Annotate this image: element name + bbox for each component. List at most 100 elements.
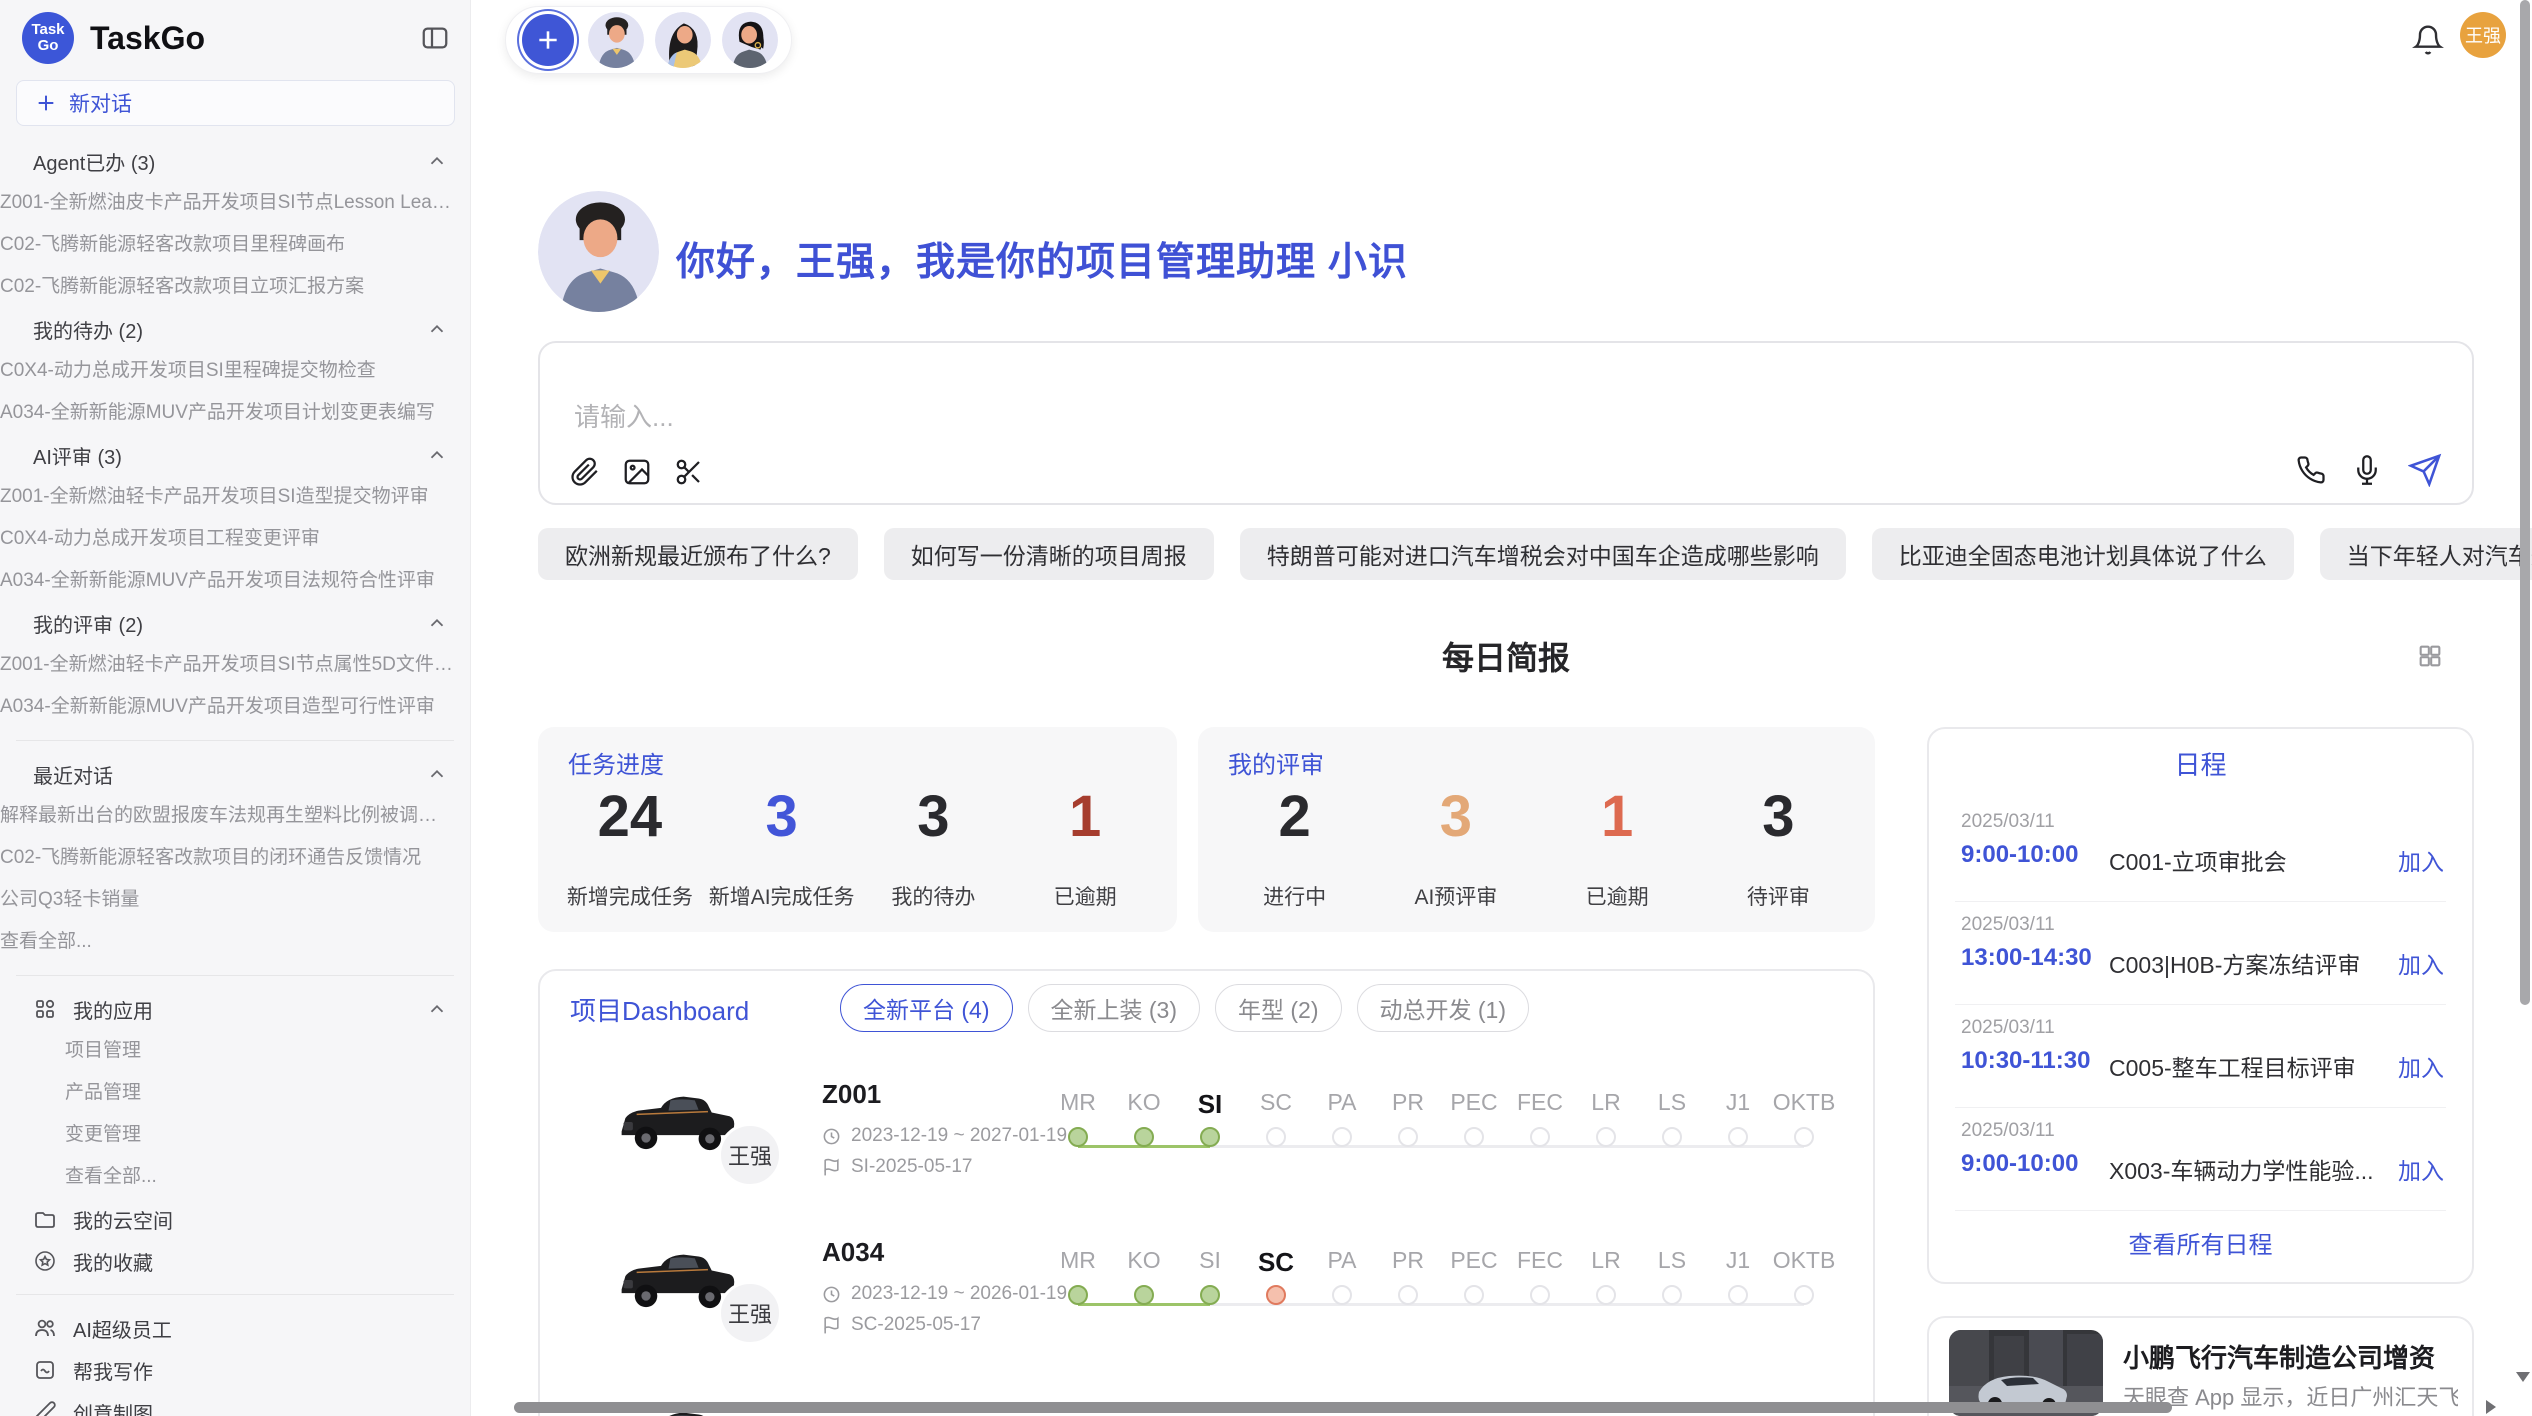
schedule-time: 9:00-10:00 <box>1961 1150 2078 1178</box>
sidebar-item[interactable]: C02-飞腾新能源轻客改款项目里程碑画布 <box>0 224 470 266</box>
suggestion-chip[interactable]: 如何写一份清晰的项目周报 <box>884 528 1214 580</box>
project-row[interactable]: 王强 A034 2023-12-19 ~ 2026-01-19 SC-2025-… <box>540 1225 1873 1383</box>
agent-avatar[interactable] <box>722 12 778 68</box>
project-code: A034 <box>822 1237 884 1268</box>
layout-grid-icon[interactable] <box>2416 642 2444 670</box>
message-input[interactable] <box>572 401 1476 434</box>
milestone-dot <box>1662 1127 1682 1147</box>
schedule-date: 2025/03/11 <box>1961 1120 2055 1142</box>
insert-image-button[interactable] <box>622 457 652 487</box>
milestone-dot <box>1794 1285 1814 1305</box>
sidebar-item[interactable]: C0X4-动力总成开发项目SI里程碑提交物检查 <box>0 350 470 392</box>
filter-pill[interactable]: 年型 (2) <box>1215 984 1342 1032</box>
sidebar-item[interactable]: Z001-全新燃油皮卡产品开发项目SI节点Lesson Learn报告 <box>0 182 470 224</box>
add-agent-button[interactable] <box>522 14 574 66</box>
sidebar-item-cloud-space[interactable]: 我的云空间 <box>0 1198 470 1240</box>
milestone-label: OKTB <box>1773 1247 1836 1277</box>
screenshot-button[interactable] <box>674 457 704 487</box>
new-chat-button[interactable]: 新对话 <box>16 80 455 126</box>
sidebar-item-label: 我的云空间 <box>73 1205 448 1234</box>
sidebar-item-ai-super-staff[interactable]: AI超级员工 <box>0 1307 470 1349</box>
milestone-cell: SI <box>1177 1067 1243 1225</box>
agent-avatar[interactable] <box>588 12 644 68</box>
sidebar-item[interactable]: Z001-全新燃油轻卡产品开发项目SI造型提交物评审 <box>0 476 470 518</box>
sidebar-item[interactable]: A034-全新新能源MUV产品开发项目造型可行性评审 <box>0 686 470 728</box>
user-avatar[interactable]: 王强 <box>2460 12 2506 58</box>
vertical-scrollbar-thumb[interactable] <box>2520 0 2530 1005</box>
microphone-button[interactable] <box>2352 455 2382 485</box>
sidebar-item-my-apps[interactable]: 我的应用 <box>0 988 470 1030</box>
join-meeting-link[interactable]: 加入 <box>2398 1049 2444 1083</box>
project-row[interactable]: 王强 Z001 2023-12-19 ~ 2027-01-19 SI-2025-… <box>540 1067 1873 1225</box>
composer-send-tools <box>2296 453 2442 487</box>
agent-avatar[interactable] <box>655 12 711 68</box>
schedule-name: C003|H0B-方案冻结评审 <box>2109 946 2360 980</box>
app-link-project-mgmt[interactable]: 项目管理 <box>0 1030 470 1072</box>
recent-chat-item[interactable]: 解释最新出台的欧盟报废车法规再生塑料比例被调至15%... <box>0 795 470 837</box>
milestone-dot <box>1530 1127 1550 1147</box>
stat: 3 AI预评审 <box>1375 779 1536 911</box>
suggestion-chip[interactable]: 当下年轻人对汽车外观有怎样的喜好趋势 <box>2320 528 2532 580</box>
filter-pill[interactable]: 全新上装 (3) <box>1028 984 1201 1032</box>
milestone-cell: SC <box>1243 1225 1309 1383</box>
news-card[interactable]: 小鹏飞行汽车制造公司增资 天眼查 App 显示，近日广州汇天飞行汽... <box>1927 1316 2474 1416</box>
divider <box>16 1294 454 1295</box>
attach-file-button[interactable] <box>570 457 600 487</box>
task-progress-card: 任务进度 24 新增完成任务 3 新增AI完成任务 3 我的待办 1 已逾期 <box>538 727 1177 932</box>
sidebar-item-creative-drawing[interactable]: 创意制图 <box>0 1391 470 1416</box>
suggestion-chip[interactable]: 欧洲新规最近颁布了什么? <box>538 528 858 580</box>
sidebar-group-ai-review[interactable]: AI评审 (3) <box>0 434 470 476</box>
stat: 1 已逾期 <box>1537 779 1698 911</box>
sidebar-item-help-me-write[interactable]: 帮我写作 <box>0 1349 470 1391</box>
voice-call-button[interactable] <box>2296 455 2326 485</box>
send-button[interactable] <box>2408 453 2442 487</box>
sidebar-group-my-todo[interactable]: 我的待办 (2) <box>0 308 470 350</box>
milestone-dot <box>1200 1285 1220 1305</box>
milestone-dot <box>1596 1127 1616 1147</box>
chevron-up-icon <box>426 763 448 785</box>
app-link-change-mgmt[interactable]: 变更管理 <box>0 1114 470 1156</box>
sidebar-item-favorites[interactable]: 我的收藏 <box>0 1240 470 1282</box>
sidebar-group-my-review[interactable]: 我的评审 (2) <box>0 602 470 644</box>
join-meeting-link[interactable]: 加入 <box>2398 843 2444 877</box>
cloud-space-icon <box>33 1207 57 1231</box>
schedule-name: C001-立项审批会 <box>2109 843 2287 877</box>
suggestion-chip[interactable]: 特朗普可能对进口汽车增税会对中国车企造成哪些影响 <box>1240 528 1846 580</box>
sidebar-item[interactable]: A034-全新新能源MUV产品开发项目法规符合性评审 <box>0 560 470 602</box>
panel-collapse-icon[interactable] <box>420 23 450 53</box>
view-all-apps-link[interactable]: 查看全部... <box>0 1156 470 1198</box>
stat: 3 新增AI完成任务 <box>706 779 858 911</box>
milestone-cell: KO <box>1111 1067 1177 1225</box>
schedule-item: 2025/03/11 13:00-14:30 C003|H0B-方案冻结评审 加… <box>1929 902 2472 1005</box>
milestone-label: PR <box>1392 1247 1424 1277</box>
filter-pill[interactable]: 全新平台 (4) <box>840 984 1013 1032</box>
chevron-up-icon <box>426 150 448 172</box>
suggestion-chip[interactable]: 比亚迪全固态电池计划具体说了什么 <box>1872 528 2294 580</box>
recent-chat-item[interactable]: C02-飞腾新能源轻客改款项目的闭环通告反馈情况 <box>0 837 470 879</box>
filter-pill[interactable]: 动总开发 (1) <box>1357 984 1530 1032</box>
view-all-schedule-link[interactable]: 查看所有日程 <box>1929 1225 2472 1260</box>
milestone-cell: FEC <box>1507 1067 1573 1225</box>
join-meeting-link[interactable]: 加入 <box>2398 1152 2444 1186</box>
sidebar-item[interactable]: C02-飞腾新能源轻客改款项目立项汇报方案 <box>0 266 470 308</box>
sidebar-group-agent-done[interactable]: Agent已办 (3) <box>0 140 470 182</box>
stat-label: 新增AI完成任务 <box>706 881 858 911</box>
app-link-product-mgmt[interactable]: 产品管理 <box>0 1072 470 1114</box>
sidebar-item[interactable]: C0X4-动力总成开发项目工程变更评审 <box>0 518 470 560</box>
sidebar-item[interactable]: A034-全新新能源MUV产品开发项目计划变更表编写 <box>0 392 470 434</box>
sidebar-item-label: 我的应用 <box>73 995 410 1024</box>
view-all-chats-link[interactable]: 查看全部... <box>0 921 470 963</box>
stat-label: AI预评审 <box>1375 881 1536 911</box>
milestone-label: FEC <box>1517 1089 1563 1119</box>
horizontal-scrollbar-thumb[interactable] <box>514 1402 2172 1413</box>
sidebar-item[interactable]: Z001-全新燃油轻卡产品开发项目SI节点属性5D文件评审 <box>0 644 470 686</box>
stat-label: 我的待办 <box>858 881 1010 911</box>
scroll-down-arrow-icon[interactable] <box>2516 1372 2530 1382</box>
recent-chat-item[interactable]: 公司Q3轻卡销量 <box>0 879 470 921</box>
join-meeting-link[interactable]: 加入 <box>2398 946 2444 980</box>
schedule-date: 2025/03/11 <box>1961 914 2055 936</box>
plus-icon <box>535 27 561 53</box>
sidebar-group-recent-chats[interactable]: 最近对话 <box>0 753 470 795</box>
notification-bell-icon[interactable] <box>2412 24 2444 56</box>
scroll-right-arrow-icon[interactable] <box>2486 1400 2496 1414</box>
